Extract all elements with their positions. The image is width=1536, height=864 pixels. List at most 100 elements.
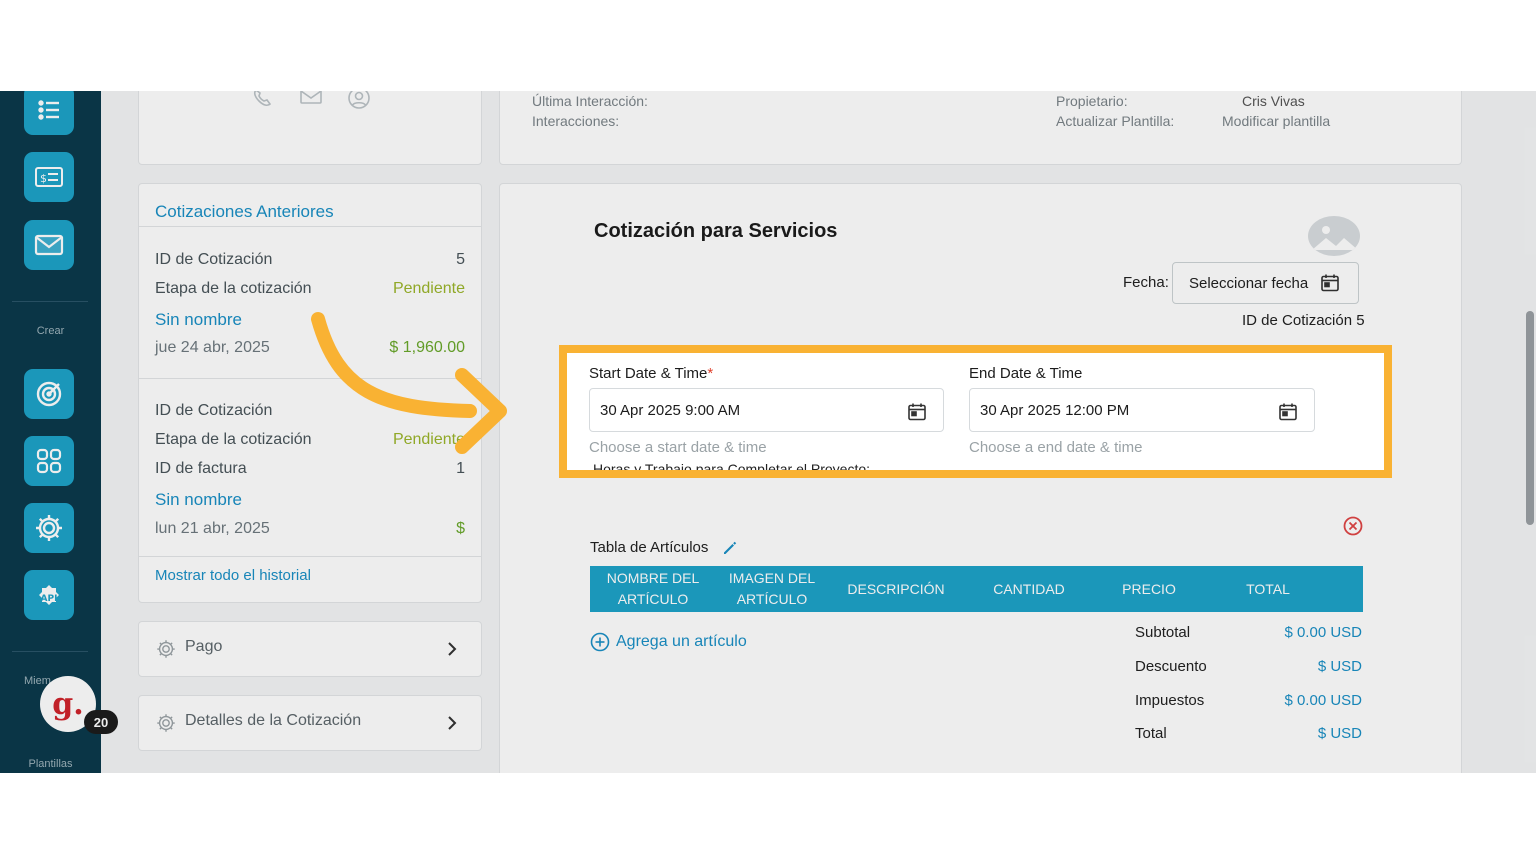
previous-quotes-title: Cotizaciones Anteriores — [155, 202, 334, 221]
show-history-link[interactable]: Mostrar todo el historial — [155, 567, 311, 584]
update-template-label: Actualizar Plantilla: — [1056, 113, 1175, 129]
chevron-right-icon — [448, 716, 457, 730]
user-icon[interactable] — [347, 91, 371, 110]
tax-label: Impuestos — [1135, 692, 1205, 709]
select-date-label: Seleccionar fecha — [1189, 274, 1309, 292]
quote-id: ID de Cotización 5 — [1242, 312, 1365, 329]
column-header: PRECIO — [1122, 580, 1176, 597]
api-icon[interactable]: API — [24, 570, 74, 620]
info-card: Última Interacción: Interacciones: Propi… — [499, 91, 1462, 165]
gear-icon[interactable] — [24, 503, 74, 553]
divider — [139, 226, 481, 227]
phone-icon[interactable] — [251, 91, 275, 108]
discount-value[interactable]: $ USD — [1318, 658, 1362, 675]
gear-icon — [157, 714, 175, 732]
tax-value[interactable]: $ 0.00 USD — [1284, 692, 1362, 709]
column-header: IMAGEN DEL ARTÍCULO — [728, 570, 816, 607]
quote2-id-label: ID de Cotización — [155, 402, 273, 419]
quote2-stage-value: Pendiente — [392, 431, 465, 448]
subtotal-label: Subtotal — [1135, 624, 1191, 641]
column-header: NOMBRE DEL ARTÍCULO — [606, 570, 700, 607]
invoice-icon[interactable]: $ — [24, 152, 74, 202]
start-date-label: Start Date & Time* — [589, 365, 713, 382]
owner-label: Propietario: — [1056, 93, 1128, 109]
list-icon[interactable] — [24, 91, 74, 135]
quote-details-accordion[interactable]: Detalles de la Cotización — [138, 695, 482, 751]
quote2-name-row: Sin nombre — [155, 490, 465, 510]
quote-card: Cotización para Servicios Fecha: Selecci… — [499, 183, 1462, 773]
select-date-button[interactable]: Seleccionar fecha — [1172, 262, 1359, 304]
column-header: TOTAL — [1246, 580, 1290, 597]
scrollbar[interactable] — [1526, 311, 1534, 525]
end-date-input[interactable]: 30 Apr 2025 12:00 PM — [969, 388, 1315, 432]
quote2-date-row: lun 21 abr, 2025 $ — [155, 520, 465, 538]
email-icon[interactable] — [299, 91, 323, 106]
image-placeholder-icon[interactable] — [1308, 216, 1360, 256]
mail-icon[interactable] — [24, 220, 74, 270]
quote-details-title: Detalles de la Cotización — [185, 712, 362, 729]
end-date-help: Choose a end date & time — [969, 439, 1143, 456]
add-item-button[interactable]: Agrega un artículo — [590, 632, 747, 652]
divider — [139, 378, 481, 379]
items-table-label: Tabla de Artículos — [590, 539, 709, 556]
quote2-invoice-label: ID de factura — [155, 460, 247, 477]
total-label: Total — [1135, 725, 1167, 742]
edit-pencil-icon[interactable] — [722, 540, 738, 556]
grid-icon[interactable] — [24, 436, 74, 486]
project-hours-label: Horas y Trabajo para Completar el Proyec… — [593, 461, 871, 477]
quote2-stage-row: Etapa de la cotización Pendiente — [155, 431, 465, 449]
svg-text:API: API — [41, 594, 58, 604]
divider — [12, 301, 88, 302]
quote1-date-row: jue 24 abr, 2025 $ 1,960.00 — [155, 339, 465, 357]
discount-label: Descuento — [1135, 658, 1207, 675]
start-date-label-text: Start Date & Time — [589, 365, 708, 382]
quote1-stage-row: Etapa de la cotización Pendiente — [155, 280, 465, 298]
quote2-name-link[interactable]: Sin nombre — [155, 490, 242, 510]
quote1-name-link[interactable]: Sin nombre — [155, 310, 242, 330]
quote2-stage-label: Etapa de la cotización — [155, 431, 312, 448]
sidebar: $ Crear API Miem g. 20 Plantillas — [0, 91, 118, 773]
column-header: CANTIDAD — [993, 580, 1065, 597]
plantillas-label: Plantillas — [28, 758, 73, 770]
column-header: DESCRIPCIÓN — [847, 580, 945, 597]
quote1-stage-label: Etapa de la cotización — [155, 280, 312, 297]
quote2-amount: $ — [456, 520, 465, 537]
calendar-icon — [1279, 403, 1297, 421]
calendar-icon — [908, 403, 926, 421]
update-template-link[interactable]: Modificar plantilla — [1222, 113, 1330, 129]
divider — [12, 651, 88, 652]
previous-quotes-card: Cotizaciones Anteriores ID de Cotización… — [138, 183, 482, 603]
crear-label: Crear — [36, 325, 65, 337]
divider — [139, 556, 481, 557]
quote1-id-row: ID de Cotización 5 — [155, 251, 465, 269]
target-icon[interactable] — [24, 369, 74, 419]
start-date-help: Choose a start date & time — [589, 439, 767, 456]
quote-title: Cotización para Servicios — [594, 220, 838, 242]
owner-value: Cris Vivas — [1242, 93, 1305, 109]
end-date-label: End Date & Time — [969, 365, 1083, 382]
last-interaction-label: Última Interacción: — [532, 93, 648, 109]
interactions-label: Interacciones: — [532, 113, 620, 129]
payment-title: Pago — [185, 638, 223, 655]
payment-accordion[interactable]: Pago — [138, 621, 482, 677]
total-value: $ USD — [1317, 725, 1362, 742]
notification-badge: 20 — [84, 710, 118, 734]
end-date-value: 30 Apr 2025 12:00 PM — [980, 401, 1130, 419]
remove-circle-icon[interactable] — [1343, 516, 1363, 536]
app-frame: $ Crear API Miem g. 20 Plantillas Última… — [0, 91, 1536, 773]
quote1-date: jue 24 abr, 2025 — [155, 339, 270, 356]
required-mark: * — [707, 365, 714, 382]
add-circle-icon — [590, 632, 610, 652]
calendar-icon — [1321, 274, 1339, 292]
date-time-highlight-box: Start Date & Time* 30 Apr 2025 9:00 AM C… — [559, 345, 1392, 478]
subtotal-value: $ 0.00 USD — [1284, 624, 1362, 641]
quote1-stage-value: Pendiente — [392, 280, 465, 297]
quote2-invoice-row: ID de factura 1 — [155, 460, 465, 478]
add-item-label: Agrega un artículo — [616, 633, 747, 650]
start-date-value: 30 Apr 2025 9:00 AM — [600, 401, 741, 419]
quote2-date: lun 21 abr, 2025 — [155, 520, 270, 537]
quote1-amount: $ 1,960.00 — [389, 339, 465, 356]
quote2-invoice-value: 1 — [456, 460, 465, 477]
start-date-input[interactable]: 30 Apr 2025 9:00 AM — [589, 388, 944, 432]
gear-icon — [157, 640, 175, 658]
